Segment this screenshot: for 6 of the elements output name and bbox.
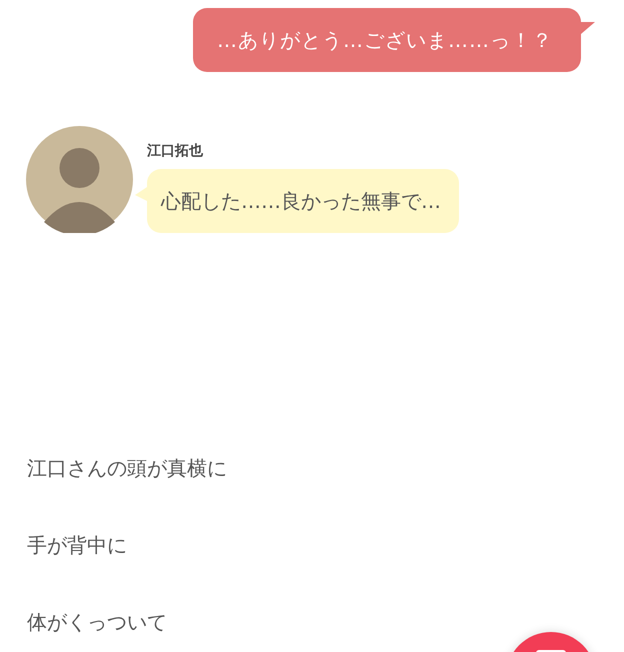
bubble-tail	[581, 22, 595, 34]
speaker-name: 江口拓也	[147, 142, 203, 160]
bubble-tail	[135, 187, 147, 201]
narration-text: 江口さんの頭が真横に	[27, 455, 227, 481]
narration-text: 手が背中に	[27, 532, 127, 558]
narration-text: 体がくっついて	[27, 609, 167, 635]
